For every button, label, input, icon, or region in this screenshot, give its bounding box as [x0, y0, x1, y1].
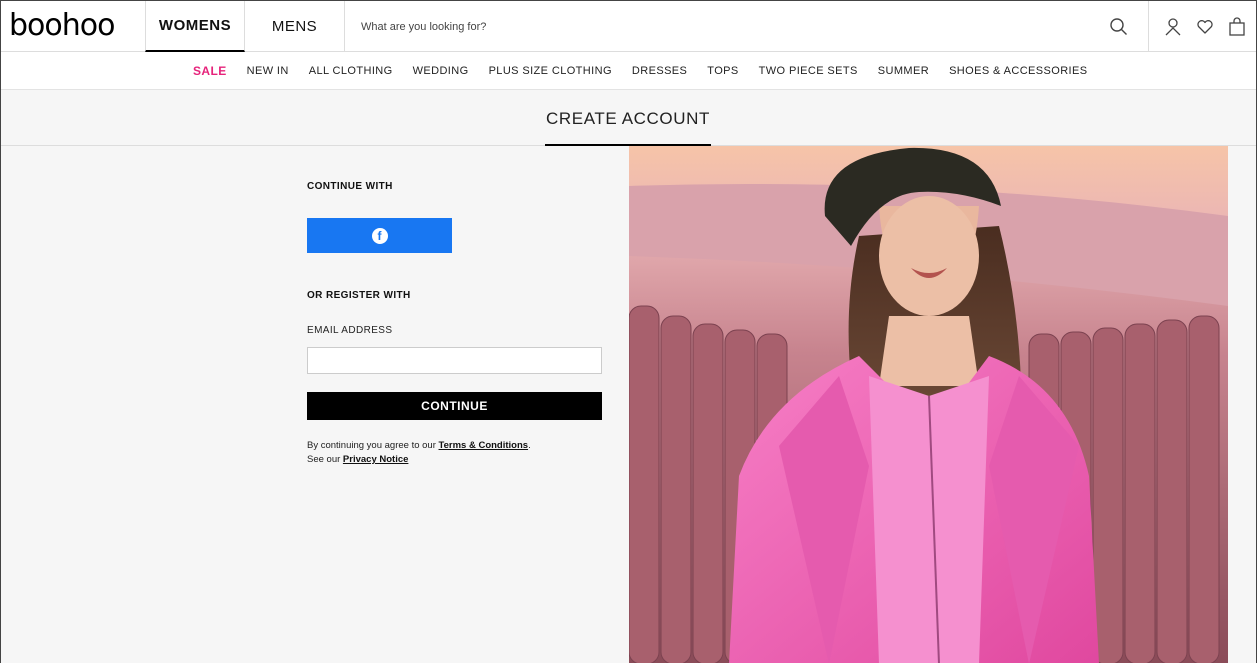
privacy-link[interactable]: Privacy Notice [343, 454, 408, 465]
nav-item-sale[interactable]: SALE [193, 64, 227, 78]
continue-with-label: CONTINUE WITH [307, 181, 393, 192]
facebook-icon: f [371, 227, 388, 244]
legal-prefix: By continuing you agree to our [307, 440, 439, 451]
continue-button[interactable]: CONTINUE [307, 392, 602, 420]
tab-mens[interactable]: MENS [245, 1, 345, 52]
or-register-label: OR REGISTER WITH [307, 290, 411, 301]
nav-item-tops[interactable]: TOPS [707, 65, 738, 77]
legal-mid: . [528, 440, 531, 451]
email-label: EMAIL ADDRESS [307, 325, 393, 336]
brand-logo[interactable]: boohoo [9, 9, 115, 43]
legal-see: See our [307, 454, 343, 465]
legal-text: By continuing you agree to our Terms & C… [307, 439, 607, 467]
page-title: CREATE ACCOUNT [545, 106, 711, 146]
category-nav: SALE NEW IN ALL CLOTHING WEDDING PLUS SI… [1, 52, 1256, 90]
nav-item-dresses[interactable]: DRESSES [632, 65, 687, 77]
nav-item-two-piece-sets[interactable]: TWO PIECE SETS [759, 65, 858, 77]
search-icon[interactable] [1109, 17, 1129, 37]
tab-womens[interactable]: WOMENS [145, 1, 245, 52]
search-input[interactable] [345, 1, 1148, 52]
nav-item-summer[interactable]: SUMMER [878, 65, 929, 77]
nav-item-plus-size[interactable]: PLUS SIZE CLOTHING [489, 65, 612, 77]
wishlist-heart-icon[interactable] [1187, 1, 1223, 52]
search-bar [345, 1, 1148, 52]
site-header: boohoo WOMENS MENS [1, 1, 1256, 52]
terms-link[interactable]: Terms & Conditions [439, 440, 529, 451]
nav-item-wedding[interactable]: WEDDING [413, 65, 469, 77]
register-form: CONTINUE WITH f OR REGISTER WITH EMAIL A… [307, 181, 607, 465]
title-bar: CREATE ACCOUNT [1, 90, 1256, 146]
header-divider [1148, 1, 1149, 52]
facebook-login-button[interactable]: f [307, 218, 452, 253]
bag-icon[interactable] [1219, 1, 1255, 52]
account-icon[interactable] [1155, 1, 1191, 52]
email-field[interactable] [307, 347, 602, 374]
page-frame: boohoo WOMENS MENS SALE NEW IN ALL CLOTH… [0, 0, 1257, 663]
nav-item-new-in[interactable]: NEW IN [247, 65, 289, 77]
nav-item-shoes-accessories[interactable]: SHOES & ACCESSORIES [949, 65, 1087, 77]
nav-item-all-clothing[interactable]: ALL CLOTHING [309, 65, 393, 77]
hero-image [629, 146, 1228, 663]
